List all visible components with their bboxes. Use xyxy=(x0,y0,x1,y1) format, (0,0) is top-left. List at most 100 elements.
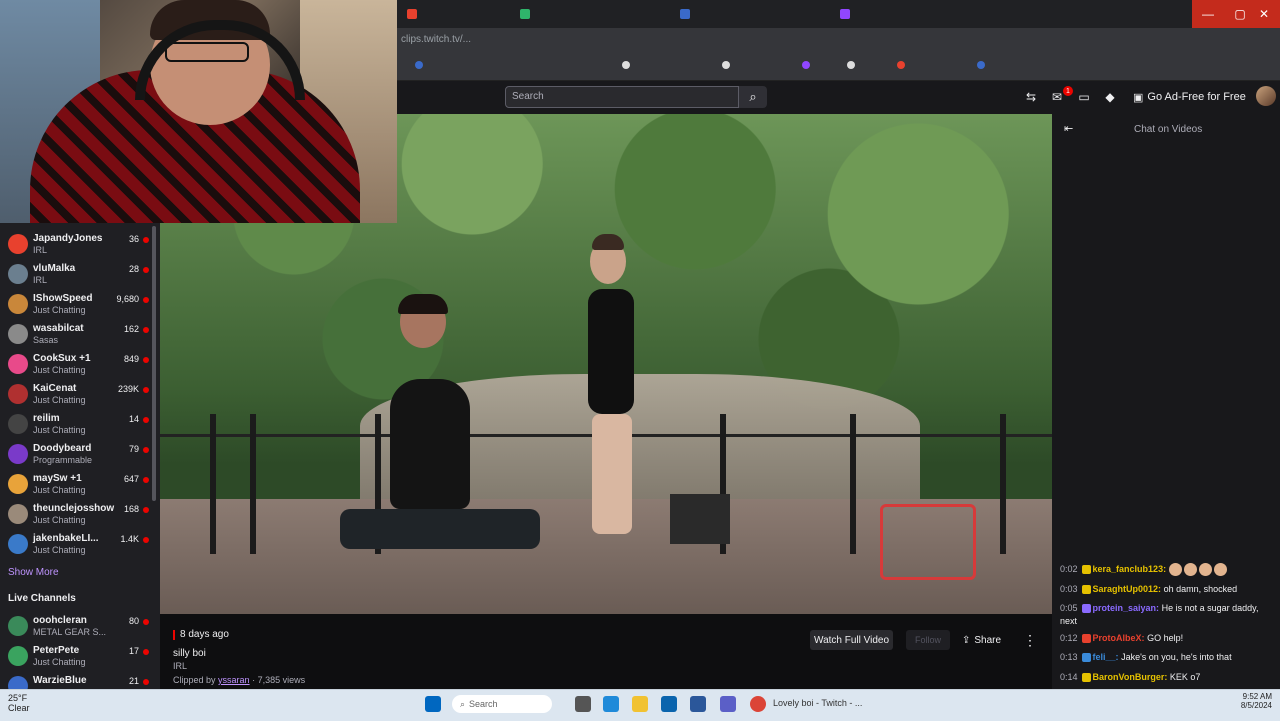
sidebar-channel-item[interactable]: jakenbakeLI... Just Chatting 1.4K xyxy=(0,530,155,560)
clip-category[interactable]: IRL xyxy=(173,661,187,671)
sidebar-channel-item[interactable]: vluMalka IRL 28 xyxy=(0,260,155,290)
ad-free-button[interactable]: ▣ Go Ad-Free for Free xyxy=(1133,88,1246,106)
file-explorer-icon[interactable] xyxy=(632,696,648,712)
chat-badge-icon xyxy=(1081,653,1091,663)
live-indicator-icon xyxy=(143,417,149,423)
taskbar-chrome-label[interactable]: Lovely boi - Twitch - ... xyxy=(773,698,862,708)
video-frame-box xyxy=(670,494,730,544)
more-options-icon[interactable]: ⋮ xyxy=(1023,630,1037,650)
clip-age-text: 8 days ago xyxy=(180,629,229,640)
sidebar-channel-item[interactable]: JapandyJones IRL 36 xyxy=(0,230,155,260)
chat-title: Chat on Videos xyxy=(1134,124,1203,135)
prime-crown-icon[interactable]: ◆ xyxy=(1102,89,1118,105)
live-indicator-icon xyxy=(143,357,149,363)
user-avatar[interactable] xyxy=(1256,86,1276,106)
channel-avatar xyxy=(8,414,28,434)
channel-name: vluMalka xyxy=(33,263,76,274)
chat-message: 0:13 feli__: Jake's on you, he's into tha… xyxy=(1060,651,1274,664)
chat-message: 0:14 BaronVonBurger: KEK o7 xyxy=(1060,671,1274,684)
system-clock[interactable]: 9:52 AM 8/5/2024 xyxy=(1220,692,1272,710)
watch-full-video-button[interactable]: Watch Full Video xyxy=(810,630,894,650)
close-icon[interactable]: ✕ xyxy=(1248,0,1280,28)
clipped-by-user[interactable]: yssaran xyxy=(218,675,250,685)
sidebar-channel-item[interactable]: wasabilcat Sasas 162 xyxy=(0,320,155,350)
chrome-icon[interactable] xyxy=(750,696,766,712)
video-frame-railing-post xyxy=(850,414,856,554)
show-more-link[interactable]: Show More xyxy=(8,567,59,578)
sidebar-channel-item[interactable]: IShowSpeed Just Chatting 9,680 xyxy=(0,290,155,320)
sidebar-channel-item[interactable]: reilim Just Chatting 14 xyxy=(0,410,155,440)
channel-avatar xyxy=(8,646,28,666)
chat-username[interactable]: protein_saiyan: xyxy=(1093,603,1160,613)
sidebar-channel-item[interactable]: Doodybeard Programmable 79 xyxy=(0,440,155,470)
clip-age-marker xyxy=(173,629,175,640)
browser-tab[interactable] xyxy=(680,4,690,24)
video-frame-red-chair xyxy=(880,504,976,580)
channel-name: theunclejosshow xyxy=(33,503,115,514)
drops-icon[interactable]: ⇆ xyxy=(1023,89,1039,105)
channel-avatar xyxy=(8,234,28,254)
store-icon[interactable] xyxy=(690,696,706,712)
url-text[interactable]: clips.twitch.tv/... xyxy=(401,34,471,45)
chat-badge-icon xyxy=(1081,585,1091,595)
chat-badge-icon xyxy=(1081,673,1091,683)
bookmark-item[interactable] xyxy=(622,61,630,69)
weather-widget[interactable]: 25°F Clear xyxy=(8,693,30,713)
sidebar-channel-item[interactable]: maySw +1 Just Chatting 647 xyxy=(0,470,155,500)
share-label: Share xyxy=(974,634,1002,646)
channel-avatar xyxy=(8,616,28,636)
address-bar[interactable]: clips.twitch.tv/... xyxy=(397,28,1280,56)
bookmark-item[interactable] xyxy=(802,61,810,69)
emote-icon xyxy=(1168,563,1182,577)
bookmarks-bar xyxy=(397,56,1280,81)
whispers-icon[interactable]: ▭ xyxy=(1076,89,1092,105)
bookmark-item[interactable] xyxy=(847,61,855,69)
channel-viewer-count: 80 xyxy=(128,616,139,626)
channel-category: METAL GEAR S... xyxy=(33,627,107,637)
browser-tab[interactable] xyxy=(520,4,530,24)
chat-username[interactable]: ProtoAlbeX: xyxy=(1093,633,1145,643)
sidebar-channel-item[interactable]: KaiCenat Just Chatting 239K xyxy=(0,380,155,410)
chat-username[interactable]: SaraghtUp0012: xyxy=(1093,584,1162,594)
browser-tab[interactable] xyxy=(407,4,417,24)
sidebar-channel-item[interactable]: ooohcleran METAL GEAR S... 80 xyxy=(0,612,155,642)
bookmark-item[interactable] xyxy=(897,61,905,69)
search-button[interactable]: ⌕ xyxy=(739,86,767,108)
minimize-icon[interactable]: — xyxy=(1192,0,1224,28)
channel-avatar xyxy=(8,324,28,344)
taskbar-search[interactable]: ⌕ Search xyxy=(452,695,552,713)
sidebar-channel-item[interactable]: PeterPete Just Chatting 17 xyxy=(0,642,155,672)
bookmark-item[interactable] xyxy=(722,61,730,69)
channel-viewer-count: 849 xyxy=(123,354,139,364)
sidebar-channel-item[interactable]: theunclejosshow Just Chatting 168 xyxy=(0,500,155,530)
channel-viewer-count: 168 xyxy=(123,504,139,514)
chat-badge-icon xyxy=(1081,634,1091,644)
channel-category: Just Chatting xyxy=(33,305,86,315)
browser-tab-active[interactable] xyxy=(840,4,850,24)
collapse-chat-icon[interactable]: ⇤ xyxy=(1064,122,1073,135)
channel-category: IRL xyxy=(33,275,48,285)
bookmark-item[interactable] xyxy=(415,61,423,69)
channel-category: Programmable xyxy=(33,455,93,465)
clip-credit: Clipped by yssaran · 7,385 views xyxy=(173,675,305,685)
start-icon[interactable] xyxy=(425,696,441,712)
channel-avatar xyxy=(8,534,28,554)
channel-viewer-count: 647 xyxy=(123,474,139,484)
chat-timestamp: 0:03 xyxy=(1060,584,1078,594)
task-view-icon[interactable] xyxy=(575,696,591,712)
sidebar-channel-item[interactable]: CookSux +1 Just Chatting 849 xyxy=(0,350,155,380)
follow-button[interactable]: Follow xyxy=(906,630,950,650)
edge-icon[interactable] xyxy=(603,696,619,712)
chat-username[interactable]: kera_fanclub123: xyxy=(1093,564,1167,574)
channel-category: Just Chatting xyxy=(33,485,86,495)
chat-username[interactable]: BaronVonBurger: xyxy=(1093,672,1168,682)
clock-date: 8/5/2024 xyxy=(1240,701,1272,710)
chat-username[interactable]: feli__: xyxy=(1093,652,1119,662)
channel-name: maySw +1 xyxy=(33,473,82,484)
bookmark-item[interactable] xyxy=(977,61,985,69)
search-input[interactable]: Search xyxy=(505,86,739,108)
share-button[interactable]: ⇪ Share xyxy=(962,630,1001,650)
outlook-icon[interactable] xyxy=(661,696,677,712)
teams-icon[interactable] xyxy=(720,696,736,712)
search-icon: ⌕ xyxy=(749,89,757,104)
